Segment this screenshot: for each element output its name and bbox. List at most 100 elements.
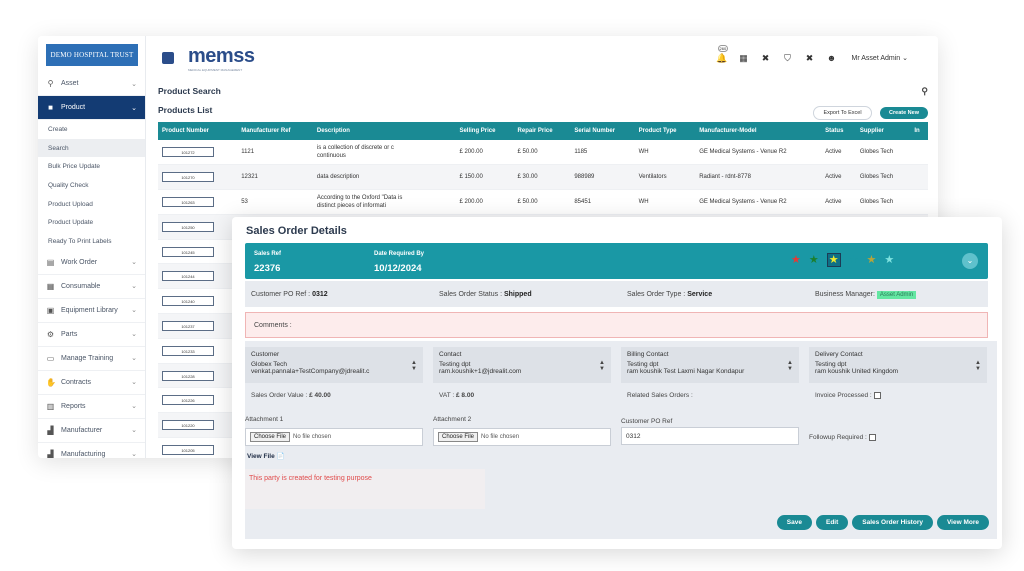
product-number-link[interactable]: 101226	[162, 395, 214, 406]
product-number-link[interactable]: 101250	[162, 221, 214, 232]
customer-title: Customer	[251, 351, 280, 358]
star-green-icon[interactable]: ★	[809, 253, 819, 267]
calendar-icon[interactable]: ▦	[738, 53, 750, 64]
sales-order-header: Sales Ref 22376 Date Required By 10/12/2…	[245, 243, 988, 279]
sidebar-sub-create[interactable]: Create	[38, 120, 145, 139]
choose-file-button[interactable]: Choose File	[438, 432, 479, 442]
table-row[interactable]: 101272 1121 is a collection of discrete or…	[158, 140, 928, 166]
column-header[interactable]: Product Number	[158, 122, 238, 140]
sidebar-item-parts[interactable]: ⚙ Parts ⌄	[38, 323, 145, 347]
view-file-link[interactable]: View File 📄	[247, 452, 285, 460]
contact-select[interactable]: Contact Testing dpt ram.koushik+1@jdreal…	[433, 347, 611, 383]
column-header[interactable]: In	[910, 122, 928, 140]
invoice-processed-field: Invoice Processed :	[815, 392, 881, 399]
table-row[interactable]: 101263 53 According to the Oxford "Data is…	[158, 189, 928, 215]
sidebar-sub-bulk-price[interactable]: Bulk Price Update	[38, 157, 145, 176]
sidebar-sub-product-upload[interactable]: Product Upload	[38, 195, 145, 214]
menu-toggle-button[interactable]	[162, 52, 174, 64]
product-number-link[interactable]: 101237	[162, 320, 214, 331]
sidebar-item-manufacturer[interactable]: ▟ Manufacturer ⌄	[38, 419, 145, 443]
attachment2-input[interactable]: Choose File No file chosen	[433, 428, 611, 446]
asset-icon: ⚲	[47, 79, 54, 88]
top-icons: 🔔 260 ▦ ✖ ⛉ ✖ ☻ Mr Asset Admin ⌄	[716, 44, 908, 64]
search-icon[interactable]: ⚲	[921, 86, 928, 97]
product-number-cell: 101244	[158, 263, 238, 290]
product-number-link[interactable]: 101205	[162, 444, 214, 455]
column-header[interactable]: Serial Number	[570, 122, 635, 140]
column-header[interactable]: Description	[312, 122, 456, 140]
list-title: Products List	[158, 105, 213, 115]
spinner-icon[interactable]: ▲ ▼	[411, 360, 417, 372]
save-button[interactable]: Save	[776, 515, 812, 530]
followup-checkbox[interactable]	[868, 434, 876, 441]
delivery-contact-select[interactable]: Delivery Contact Testing dpt ram koushik…	[809, 347, 987, 383]
product-number-link[interactable]: 101245	[162, 246, 214, 257]
product-number-link[interactable]: 101220	[162, 420, 214, 431]
sidebar-item-asset[interactable]: ⚲ Asset ⌄	[38, 72, 145, 96]
product-number-cell: 101270	[158, 164, 238, 191]
po-ref-input[interactable]: 0312	[621, 427, 799, 445]
sidebar-sub-product-update[interactable]: Product Update	[38, 213, 145, 232]
column-header[interactable]: Selling Price	[455, 122, 514, 140]
order-value: £ 40.00	[309, 392, 331, 399]
sidebar-item-manage-training[interactable]: ▭ Manage Training ⌄	[38, 347, 145, 371]
order-value-field: Sales Order Value : £ 40.00	[251, 392, 331, 399]
sidebar-sub-quality-check[interactable]: Quality Check	[38, 176, 145, 195]
customer-select[interactable]: Customer Globex Tech venkat.pannala+Test…	[245, 347, 423, 383]
wrench-icon[interactable]: ✖	[804, 53, 816, 64]
invoice-processed-checkbox[interactable]	[873, 392, 881, 399]
product-number-link[interactable]: 101270	[162, 172, 214, 183]
product-number-link[interactable]: 101272	[162, 147, 214, 158]
table-cell-status: Active	[821, 164, 856, 191]
create-new-button[interactable]: Create New	[880, 107, 928, 119]
product-number-cell: 101220	[158, 412, 238, 439]
billing-contact-select[interactable]: Billing Contact Testing dpt ram koushik …	[621, 347, 799, 383]
spinner-icon[interactable]: ▲ ▼	[787, 360, 793, 372]
product-number-cell: 101205	[158, 437, 238, 458]
product-number-link[interactable]: 101263	[162, 196, 214, 207]
star-red-icon[interactable]: ★	[791, 253, 801, 267]
spinner-icon[interactable]: ▲ ▼	[975, 360, 981, 372]
star-teal-icon[interactable]: ★	[849, 253, 859, 267]
product-number-link[interactable]: 101244	[162, 271, 214, 282]
edit-button[interactable]: Edit	[815, 515, 849, 530]
column-header[interactable]: Product Type	[634, 122, 696, 140]
product-number-link[interactable]: 101240	[162, 296, 214, 307]
star-cyan-icon[interactable]: ★	[884, 253, 894, 267]
star-olive-icon[interactable]: ★	[867, 253, 877, 267]
sidebar-item-equipment-library[interactable]: ▣ Equipment Library ⌄	[38, 299, 145, 323]
sidebar-item-label: Work Order	[61, 258, 98, 266]
sidebar-sub-search[interactable]: Search	[38, 138, 145, 158]
no-file-text: No file chosen	[481, 434, 520, 440]
avatar[interactable]: ☻	[826, 53, 838, 63]
attachment1-input[interactable]: Choose File No file chosen	[245, 428, 423, 446]
chevron-down-icon[interactable]: ⌄	[962, 253, 978, 269]
column-header[interactable]: Manufacturer-Model	[695, 122, 822, 140]
user-menu[interactable]: Mr Asset Admin ⌄	[852, 54, 908, 62]
spinner-icon[interactable]: ▲ ▼	[599, 360, 605, 372]
sidebar-item-manufacturing[interactable]: ▟ Manufacturing ⌄	[38, 443, 145, 458]
column-header[interactable]: Repair Price	[513, 122, 571, 140]
table-cell-desc: is a collection of discrete or c continu…	[312, 140, 456, 166]
sidebar-sub-print-labels[interactable]: Ready To Print Labels	[38, 232, 145, 251]
sidebar-item-contracts[interactable]: ✋ Contracts ⌄	[38, 371, 145, 395]
column-header[interactable]: Supplier	[855, 122, 911, 140]
view-more-button[interactable]: View More	[936, 515, 989, 530]
tools-icon[interactable]: ✖	[760, 53, 772, 64]
sidebar-item-consumable[interactable]: ▦ Consumable ⌄	[38, 275, 145, 299]
export-to-excel-button[interactable]: Export To Excel	[813, 106, 872, 120]
column-header[interactable]: Status	[821, 122, 856, 140]
sidebar-item-work-order[interactable]: ▤ Work Order ⌄	[38, 251, 145, 275]
product-number-link[interactable]: 101233	[162, 345, 214, 356]
star-yellow-icon[interactable]: ★	[826, 253, 841, 267]
product-number-link[interactable]: 101228	[162, 370, 214, 381]
sidebar-item-product[interactable]: ■ Product ⌄	[38, 96, 145, 120]
sidebar-item-reports[interactable]: ▥ Reports ⌄	[38, 395, 145, 419]
bell-icon[interactable]: 🔔 260	[716, 44, 729, 64]
table-cell-model: GE Medical Systems - Venue R2	[695, 189, 822, 215]
sales-order-history-button[interactable]: Sales Order History	[852, 515, 933, 530]
shield-icon[interactable]: ⛉	[782, 53, 794, 64]
column-header[interactable]: Manufacturer Ref	[237, 122, 313, 140]
table-row[interactable]: 101270 12321 data description £ 150.00 £ 30.…	[158, 164, 928, 191]
choose-file-button[interactable]: Choose File	[250, 432, 291, 442]
